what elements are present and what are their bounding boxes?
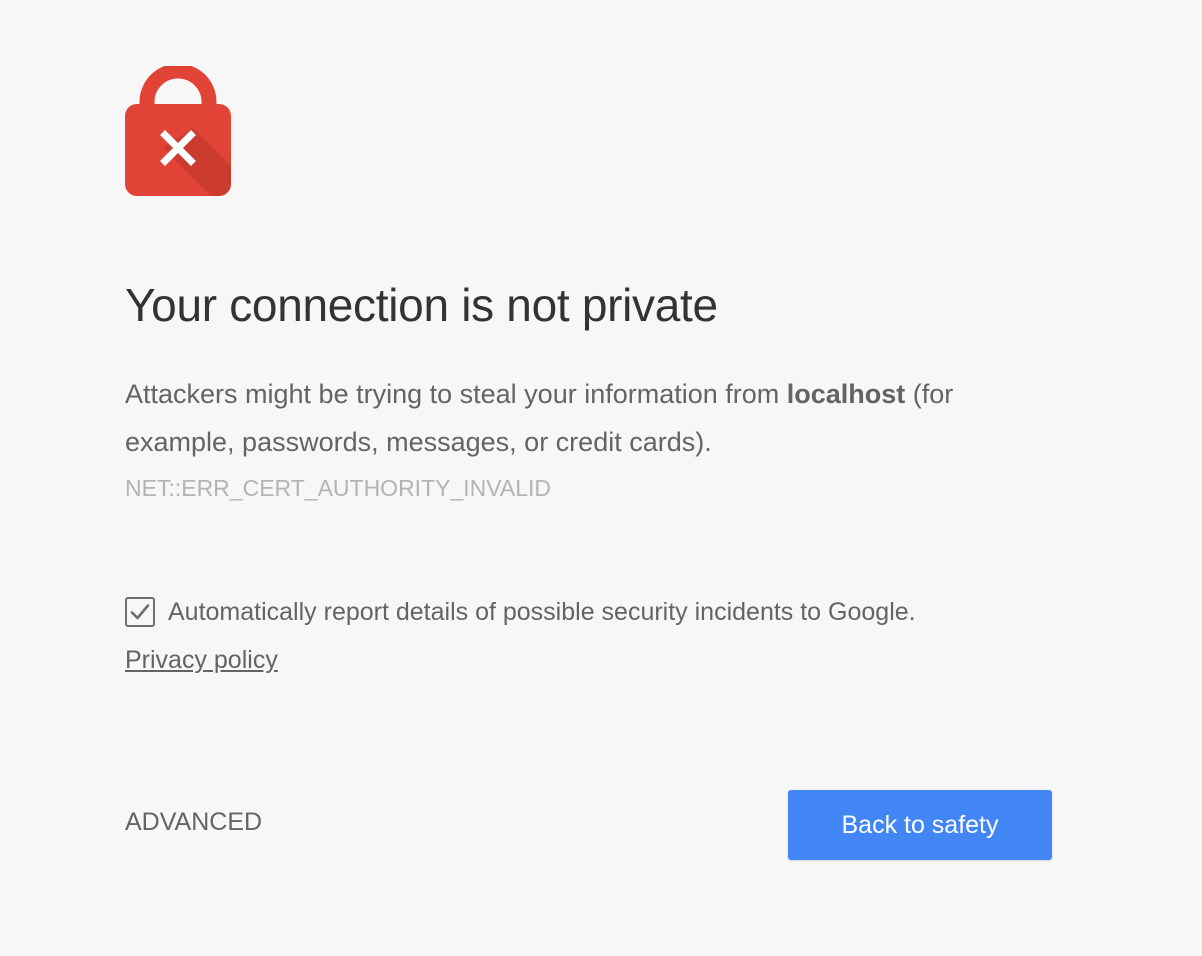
report-checkbox[interactable]	[125, 597, 155, 627]
page-title: Your connection is not private	[125, 279, 718, 331]
checkmark-icon	[130, 604, 150, 620]
lock-error-icon	[125, 66, 231, 196]
privacy-policy-link[interactable]: Privacy policy	[125, 646, 278, 675]
advanced-button[interactable]: ADVANCED	[125, 808, 262, 837]
explanation-prefix: Attackers might be trying to steal your …	[125, 379, 787, 409]
explanation-text: Attackers might be trying to steal your …	[125, 370, 1045, 466]
report-checkbox-label[interactable]: Automatically report details of possible…	[168, 598, 916, 627]
report-option: Automatically report details of possible…	[125, 597, 916, 627]
interstitial-page: Your connection is not private Attackers…	[0, 0, 1202, 956]
hostname: localhost	[786, 379, 906, 409]
error-code: NET::ERR_CERT_AUTHORITY_INVALID	[125, 475, 552, 501]
back-to-safety-button[interactable]: Back to safety	[788, 790, 1052, 860]
